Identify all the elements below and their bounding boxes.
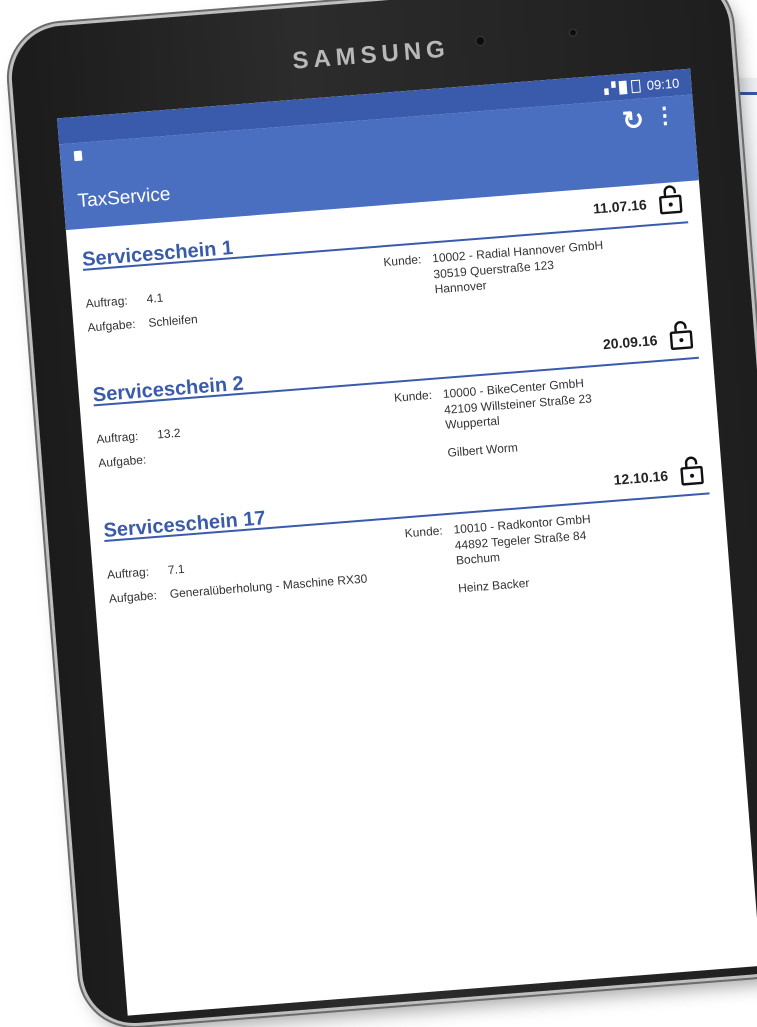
more-vert-icon[interactable]: ⋮ [653, 102, 677, 130]
aufgabe-label: Aufgabe: [108, 587, 158, 606]
refresh-icon[interactable]: ↻ [621, 104, 645, 137]
order-details: Auftrag: 7.1 Aufgabe: Generalüberholung … [107, 545, 400, 615]
app-title: TaxService [76, 183, 172, 213]
tablet-device: SAMSUNG ▖▘█ 09:10 ↻ ⋮ TaxService 11.07.1… [8, 0, 757, 1027]
customer-details: Kunde: 10010 - Radkontor GmbH 44892 Tege… [404, 505, 679, 600]
service-list: 11.07.16 Serviceschein 1 Auftrag: 4.1 Au… [66, 180, 731, 637]
customer-address: 10000 - BikeCenter GmbH 42109 Willsteine… [437, 375, 595, 461]
battery-icon [631, 79, 642, 93]
auftrag-label: Auftrag: [106, 564, 150, 582]
unlock-icon[interactable] [679, 455, 705, 487]
unlock-icon[interactable] [668, 319, 694, 351]
customer-contact: Heinz Backer [457, 575, 530, 596]
signal-icon: ▖▘█ [603, 81, 627, 95]
customer-contact [436, 297, 607, 310]
sd-card-icon [73, 150, 83, 162]
card-date: 20.09.16 [602, 332, 658, 353]
aufgabe-label: Aufgabe: [87, 316, 137, 335]
tablet-screen: ▖▘█ 09:10 ↻ ⋮ TaxService 11.07.16 Servic… [57, 68, 757, 1016]
kunde-label: Kunde: [382, 252, 422, 270]
kunde-label: Kunde: [404, 523, 444, 541]
customer-contact: Gilbert Worm [446, 440, 519, 460]
unlock-icon[interactable] [657, 184, 683, 216]
auftrag-label: Auftrag: [85, 293, 129, 311]
customer-address: 10002 - Radial Hannover GmbH 30519 Quers… [427, 238, 607, 310]
kunde-label: Kunde: [393, 387, 433, 405]
auftrag-label: Auftrag: [95, 429, 139, 447]
card-date: 12.10.16 [613, 467, 669, 488]
aufgabe-label: Aufgabe: [97, 452, 147, 470]
customer-details: Kunde: 10002 - Radial Hannover GmbH 3051… [383, 234, 657, 314]
card-date: 11.07.16 [592, 196, 648, 217]
order-details: Auftrag: 13.2 Aufgabe: [96, 410, 389, 478]
customer-details: Kunde: 10000 - BikeCenter GmbH 42109 Wil… [394, 370, 669, 465]
customer-address: 10010 - Radkontor GmbH 44892 Tegeler Str… [448, 512, 596, 597]
order-details: Auftrag: 4.1 Aufgabe: Schleifen [85, 274, 378, 344]
status-time: 09:10 [646, 75, 680, 93]
